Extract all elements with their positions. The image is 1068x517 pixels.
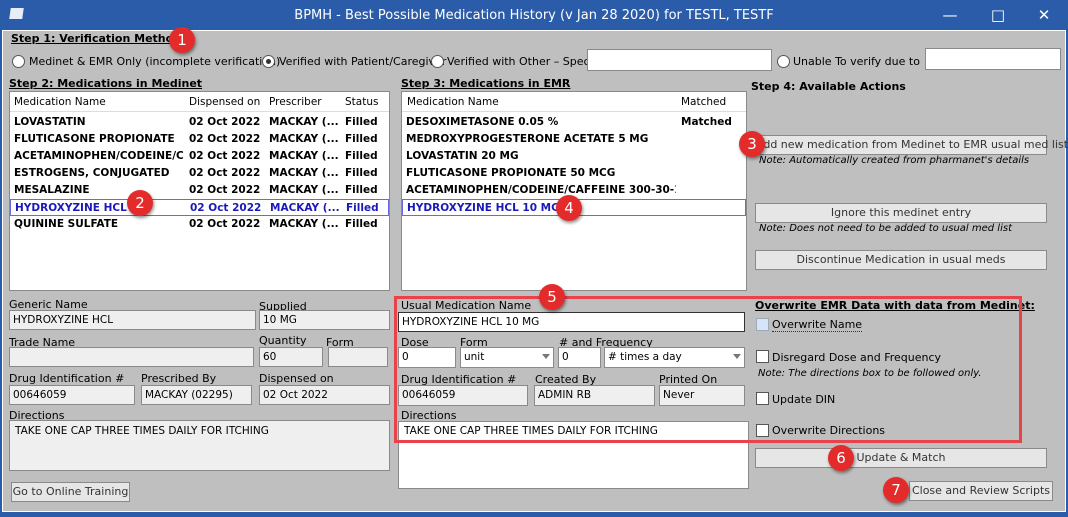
form-field[interactable] xyxy=(328,347,388,367)
table-row[interactable]: MEDROXYPROGESTERONE ACETATE 5 MG xyxy=(402,131,746,148)
table-cell: LOVASTATIN 20 MG xyxy=(406,150,519,162)
update-match-button[interactable]: Update & Match xyxy=(755,448,1047,468)
unable-reason-input[interactable] xyxy=(925,48,1061,70)
table-row[interactable]: DESOXIMETASONE 0.05 % Matched xyxy=(402,114,746,131)
prescribed-by-field[interactable]: MACKAY (02295) xyxy=(141,385,252,405)
table-cell: ACETAMINOPHEN/CODEINE/CAFFEINE 300-30-15 xyxy=(406,184,676,196)
table-cell: Filled xyxy=(345,167,378,179)
table-row[interactable]: MESALAZINE 02 Oct 2022 MACKAY (... Filled xyxy=(10,182,389,199)
step-badge: 6 xyxy=(828,445,854,471)
table-row[interactable]: FLUTICASONE PROPIONATE 02 Oct 2022 MACKAY … xyxy=(10,131,389,148)
table-row[interactable]: LOVASTATIN 02 Oct 2022 MACKAY (... Filled xyxy=(10,114,389,131)
table-cell: MEDROXYPROGESTERONE ACETATE 5 MG xyxy=(406,133,649,145)
trade-name-field[interactable] xyxy=(9,347,254,367)
table-row[interactable]: ESTROGENS, CONJUGATED 02 Oct 2022 MACKAY (… xyxy=(10,165,389,182)
main-panel: Step 1: Verification Method Medinet & EM… xyxy=(2,27,1068,512)
radio-verified-other[interactable] xyxy=(431,55,444,68)
step1-title: Step 1: Verification Method xyxy=(11,32,182,45)
table-cell: Filled xyxy=(345,150,378,162)
emr-table: Medication Name Matched DESOXIMETASONE 0… xyxy=(401,91,747,291)
step-badge: 1 xyxy=(169,27,195,53)
table-cell: MACKAY (... xyxy=(269,184,339,196)
table-row[interactable]: LOVASTATIN 20 MG xyxy=(402,148,746,165)
table-cell: FLUTICASONE PROPIONATE 50 MCG xyxy=(406,167,616,179)
table-cell: MACKAY (... xyxy=(270,202,340,214)
table-cell: 02 Oct 2022 xyxy=(189,167,261,179)
generic-name-field[interactable]: HYDROXYZINE HCL xyxy=(9,310,256,330)
step-badge: 3 xyxy=(739,131,765,157)
table-row[interactable]: FLUTICASONE PROPIONATE 50 MCG xyxy=(402,165,746,182)
radio-label: Unable To verify due to xyxy=(793,55,920,68)
table-cell: 02 Oct 2022 xyxy=(189,184,261,196)
add-medication-button[interactable]: Add new medication from Medinet to EMR u… xyxy=(755,135,1068,155)
table-cell: MACKAY (... xyxy=(269,116,339,128)
table-cell: Filled xyxy=(345,218,378,230)
column-header[interactable]: Dispensed on xyxy=(189,96,260,108)
table-cell: MACKAY (... xyxy=(269,218,339,230)
table-cell: MACKAY (... xyxy=(269,150,339,162)
discontinue-button[interactable]: Discontinue Medication in usual meds xyxy=(755,250,1047,270)
medinet-directions-field[interactable]: TAKE ONE CAP THREE TIMES DAILY FOR ITCHI… xyxy=(9,420,390,471)
table-cell: MACKAY (... xyxy=(269,167,339,179)
specify-input[interactable] xyxy=(587,49,772,71)
table-row[interactable]: QUININE SULFATE 02 Oct 2022 MACKAY (... Fil… xyxy=(10,216,389,233)
ignore-note: Note: Does not need to be added to usual… xyxy=(759,223,1012,234)
radio-label: Verified with Other – Specify xyxy=(447,55,603,68)
table-cell: HYDROXYZINE HCL xyxy=(15,202,127,214)
table-cell: QUININE SULFATE xyxy=(14,218,119,230)
table-cell: ESTROGENS, CONJUGATED xyxy=(14,167,170,179)
column-header[interactable]: Prescriber xyxy=(269,96,322,108)
radio-verified-patient[interactable] xyxy=(262,55,275,68)
radio-label: Medinet & EMR Only (incomplete verificat… xyxy=(29,55,281,68)
prescribed-by-label: Prescribed By xyxy=(141,372,217,385)
column-header[interactable]: Medication Name xyxy=(407,96,499,108)
column-header[interactable]: Medication Name xyxy=(14,96,106,108)
add-note: Note: Automatically created from pharman… xyxy=(759,155,1030,166)
highlight-box xyxy=(394,296,1022,443)
table-cell: MACKAY (... xyxy=(269,133,339,145)
ignore-entry-button[interactable]: Ignore this medinet entry xyxy=(755,203,1047,223)
table-cell: Filled xyxy=(345,133,378,145)
table-cell: Filled xyxy=(345,116,378,128)
dispensed-label: Dispensed on xyxy=(259,372,334,385)
step-badge: 7 xyxy=(883,477,909,503)
table-row[interactable]: ACETAMINOPHEN/CODEINE/C... 02 Oct 2022 MAC… xyxy=(10,148,389,165)
table-cell: Matched xyxy=(681,116,732,128)
table-row[interactable]: HYDROXYZINE HCL 02 Oct 2022 MACKAY (... Fil… xyxy=(10,199,389,216)
step3-title: Step 3: Medications in EMR xyxy=(401,77,571,90)
column-header[interactable]: Matched xyxy=(681,96,726,108)
column-header[interactable]: Status xyxy=(345,96,378,108)
medinet-table: Medication Name Dispensed on Prescriber … xyxy=(9,91,390,291)
table-cell: 02 Oct 2022 xyxy=(189,218,261,230)
radio-unable-verify[interactable] xyxy=(777,55,790,68)
close-review-scripts-button[interactable]: Close and Review Scripts xyxy=(909,481,1053,501)
din-field[interactable]: 00646059 xyxy=(9,385,135,405)
quantity-label: Quantity xyxy=(259,334,307,347)
step-badge: 5 xyxy=(539,284,565,310)
radio-medinet-emr-only[interactable] xyxy=(12,55,25,68)
din-label: Drug Identification # xyxy=(9,372,125,385)
quantity-field[interactable]: 60 xyxy=(259,347,323,367)
table-cell: 02 Oct 2022 xyxy=(190,202,262,214)
table-cell: 02 Oct 2022 xyxy=(189,116,261,128)
online-training-button[interactable]: Go to Online Training xyxy=(11,482,130,502)
table-cell: ACETAMINOPHEN/CODEINE/C... xyxy=(14,150,184,162)
table-cell: FLUTICASONE PROPIONATE xyxy=(14,133,175,145)
supplied-field[interactable]: 10 MG xyxy=(259,310,390,330)
table-cell: 02 Oct 2022 xyxy=(189,133,261,145)
table-cell: LOVASTATIN xyxy=(14,116,86,128)
table-cell: Filled xyxy=(345,184,378,196)
table-cell: HYDROXYZINE HCL 10 MG xyxy=(407,202,560,214)
table-cell: Filled xyxy=(346,202,379,214)
dispensed-field[interactable]: 02 Oct 2022 xyxy=(259,385,390,405)
radio-label: Verified with Patient/Caregiver xyxy=(279,55,447,68)
step-badge: 4 xyxy=(556,195,582,221)
step4-title: Step 4: Available Actions xyxy=(751,80,906,93)
step-badge: 2 xyxy=(127,190,153,216)
step2-title: Step 2: Medications in Medinet xyxy=(9,77,203,90)
table-cell: MESALAZINE xyxy=(14,184,90,196)
table-cell: DESOXIMETASONE 0.05 % xyxy=(406,116,559,128)
table-cell: 02 Oct 2022 xyxy=(189,150,261,162)
